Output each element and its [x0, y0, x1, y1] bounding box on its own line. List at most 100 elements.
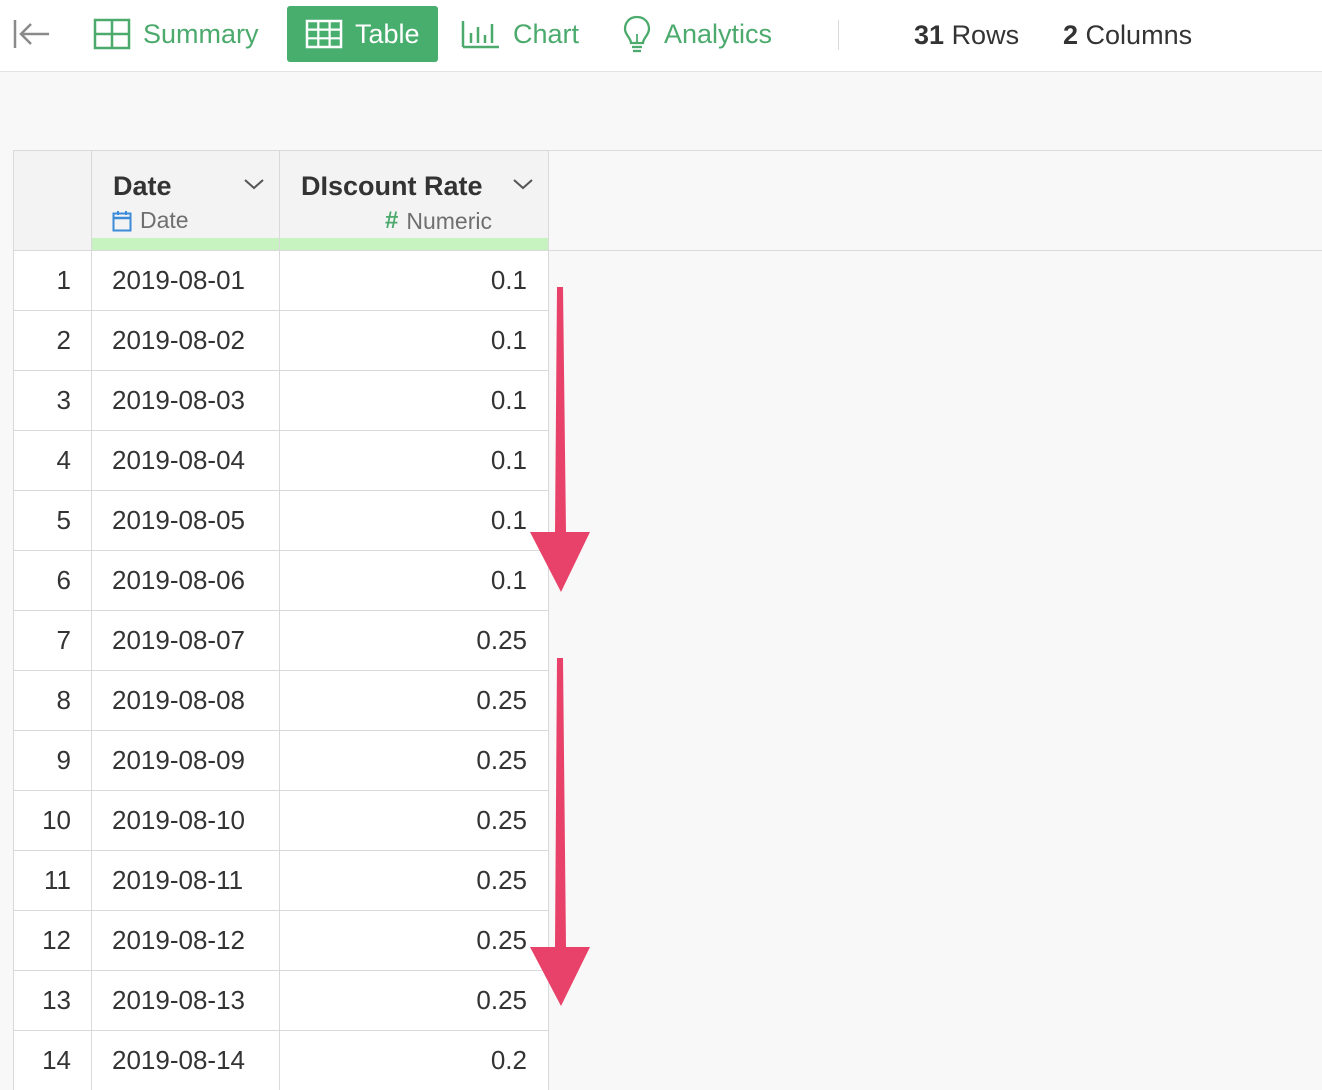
- data-grid: Date Date DIscount Rate # Numeric 1 2019…: [13, 150, 1322, 1090]
- row-index: 6: [13, 550, 92, 611]
- column-type: Date: [112, 207, 189, 234]
- hash-icon: #: [385, 207, 399, 234]
- arrow-left-bar-icon: [13, 20, 49, 48]
- column-type: # Numeric: [385, 207, 492, 235]
- discount-rate-cell[interactable]: 0.25: [279, 730, 549, 791]
- header-row: Date Date DIscount Rate # Numeric: [13, 150, 549, 251]
- discount-rate-cell[interactable]: 0.25: [279, 670, 549, 731]
- row-index: 4: [13, 430, 92, 491]
- calendar-icon: [112, 210, 132, 231]
- row-index: 1: [13, 250, 92, 311]
- table-row: 7 2019-08-07 0.25: [13, 610, 549, 671]
- tab-chart[interactable]: Chart: [461, 6, 579, 62]
- discount-rate-cell[interactable]: 0.25: [279, 910, 549, 971]
- column-menu-button[interactable]: [243, 177, 265, 196]
- index-header: [13, 150, 92, 251]
- row-index: 14: [13, 1030, 92, 1090]
- date-cell[interactable]: 2019-08-05: [91, 490, 280, 551]
- chevron-down-icon: [513, 179, 533, 190]
- column-name: Date: [113, 171, 172, 201]
- table-row: 10 2019-08-10 0.25: [13, 790, 549, 851]
- tab-analytics-label: Analytics: [664, 18, 773, 49]
- table-row: 5 2019-08-05 0.1: [13, 490, 549, 551]
- date-cell[interactable]: 2019-08-04: [91, 430, 280, 491]
- collapse-back-button[interactable]: [12, 16, 52, 52]
- table-row: 12 2019-08-12 0.25: [13, 910, 549, 971]
- discount-rate-cell[interactable]: 0.2: [279, 1030, 549, 1090]
- table-row: 11 2019-08-11 0.25: [13, 850, 549, 911]
- column-name: DIscount Rate: [301, 171, 483, 201]
- data-quality-bar: [92, 238, 279, 250]
- date-cell[interactable]: 2019-08-01: [91, 250, 280, 311]
- date-cell[interactable]: 2019-08-03: [91, 370, 280, 431]
- date-cell[interactable]: 2019-08-14: [91, 1030, 280, 1090]
- rows-count: 31 Rows: [914, 20, 1019, 51]
- column-type-label: Numeric: [406, 207, 492, 234]
- table-row: 9 2019-08-09 0.25: [13, 730, 549, 791]
- table-row: 4 2019-08-04 0.1: [13, 430, 549, 491]
- row-index: 5: [13, 490, 92, 551]
- date-cell[interactable]: 2019-08-11: [91, 850, 280, 911]
- discount-rate-cell[interactable]: 0.1: [279, 490, 549, 551]
- table-row: 1 2019-08-01 0.1: [13, 250, 549, 311]
- date-cell[interactable]: 2019-08-06: [91, 550, 280, 611]
- table-row: 2 2019-08-02 0.1: [13, 310, 549, 371]
- table-row: 13 2019-08-13 0.25: [13, 970, 549, 1031]
- discount-rate-cell[interactable]: 0.1: [279, 550, 549, 611]
- table-row: 14 2019-08-14 0.2: [13, 1030, 549, 1090]
- tab-summary[interactable]: Summary: [93, 6, 259, 62]
- table-row: 3 2019-08-03 0.1: [13, 370, 549, 431]
- table-icon: [305, 19, 343, 49]
- row-index: 11: [13, 850, 92, 911]
- rows-count-label: Rows: [951, 20, 1020, 50]
- data-quality-bar: [280, 238, 548, 250]
- data-table: Date Date DIscount Rate # Numeric 1 2019…: [13, 150, 549, 1090]
- date-cell[interactable]: 2019-08-13: [91, 970, 280, 1031]
- row-index: 10: [13, 790, 92, 851]
- columns-count-label: Columns: [1085, 20, 1193, 50]
- row-index: 9: [13, 730, 92, 791]
- chevron-down-icon: [244, 179, 264, 190]
- column-header-discount-rate[interactable]: DIscount Rate # Numeric: [279, 150, 549, 251]
- date-cell[interactable]: 2019-08-12: [91, 910, 280, 971]
- row-index: 2: [13, 310, 92, 371]
- lightbulb-icon: [623, 15, 651, 53]
- summary-grid-icon: [93, 18, 131, 50]
- tab-table-label: Table: [355, 18, 420, 49]
- date-cell[interactable]: 2019-08-09: [91, 730, 280, 791]
- date-cell[interactable]: 2019-08-08: [91, 670, 280, 731]
- date-cell[interactable]: 2019-08-10: [91, 790, 280, 851]
- tab-analytics[interactable]: Analytics: [622, 6, 772, 62]
- tab-table[interactable]: Table: [287, 6, 438, 62]
- table-row: 8 2019-08-08 0.25: [13, 670, 549, 731]
- date-cell[interactable]: 2019-08-07: [91, 610, 280, 671]
- toolbar: Summary Table Chart Analytics 31 Rows 2 …: [0, 0, 1322, 72]
- discount-rate-cell[interactable]: 0.1: [279, 370, 549, 431]
- row-index: 3: [13, 370, 92, 431]
- discount-rate-cell[interactable]: 0.1: [279, 310, 549, 371]
- column-type-label: Date: [140, 207, 189, 233]
- columns-count: 2 Columns: [1063, 20, 1192, 51]
- row-index: 7: [13, 610, 92, 671]
- rows-count-value: 31: [914, 20, 945, 50]
- column-menu-button[interactable]: [512, 177, 534, 196]
- tab-chart-label: Chart: [513, 18, 580, 49]
- discount-rate-cell[interactable]: 0.25: [279, 850, 549, 911]
- discount-rate-cell[interactable]: 0.1: [279, 430, 549, 491]
- table-row: 6 2019-08-06 0.1: [13, 550, 549, 611]
- column-header-date[interactable]: Date Date: [91, 150, 280, 251]
- discount-rate-cell[interactable]: 0.25: [279, 610, 549, 671]
- discount-rate-cell[interactable]: 0.1: [279, 250, 549, 311]
- discount-rate-cell[interactable]: 0.25: [279, 970, 549, 1031]
- tab-summary-label: Summary: [143, 18, 259, 49]
- header-top-rule: [548, 150, 1322, 151]
- bar-chart-icon: [461, 21, 499, 49]
- toolbar-divider: [838, 20, 839, 50]
- row-index: 13: [13, 970, 92, 1031]
- header-bottom-rule: [548, 250, 1322, 251]
- discount-rate-cell[interactable]: 0.25: [279, 790, 549, 851]
- row-index: 8: [13, 670, 92, 731]
- date-cell[interactable]: 2019-08-02: [91, 310, 280, 371]
- row-index: 12: [13, 910, 92, 971]
- columns-count-value: 2: [1063, 20, 1079, 50]
